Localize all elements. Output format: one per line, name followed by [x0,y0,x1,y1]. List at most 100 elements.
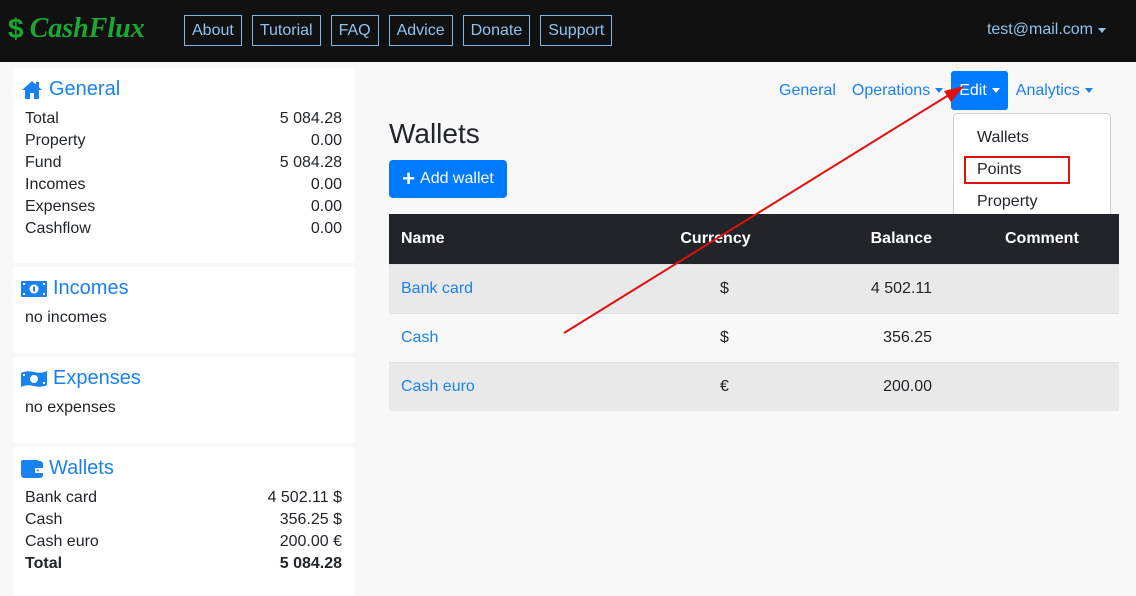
incomes-card-title[interactable]: Incomes [13,267,355,300]
nav-faq[interactable]: FAQ [330,15,379,46]
wallet-currency: $ [720,279,729,297]
expenses-empty-text: no expenses [25,399,116,416]
subnav-analytics[interactable]: Analytics [1008,71,1101,110]
subnav-label: Edit [959,82,987,99]
nav-donate[interactable]: Donate [462,15,531,46]
row-label: Property [25,132,86,149]
row-value: 356.25 $ [279,511,342,528]
wallet-comment [934,264,1119,313]
user-menu[interactable]: test@mail.com [987,21,1106,39]
subnav-edit[interactable]: Edit [951,71,1008,110]
row-value: 5 084.28 [279,154,342,171]
wallet-balance: 200.00 [883,377,932,395]
general-row: Expenses 0.00 [13,196,355,218]
column-header-currency: Currency [680,229,751,247]
wallets-card: Wallets Bank card 4 502.11 $ Cash 356.25 $… [13,447,355,596]
row-label: Cashflow [25,220,91,237]
money-bill-wave-icon [21,370,47,388]
row-value: 0.00 [310,220,342,237]
row-label: Incomes [25,176,86,193]
brand-name: CashFlux [29,13,145,44]
caret-down-icon [1098,27,1106,33]
wallets-title-text: Wallets [49,457,114,479]
general-row: Cashflow 0.00 [13,218,355,240]
page-title: Wallets [389,118,480,149]
incomes-empty-text: no incomes [25,309,107,326]
nav-advice[interactable]: Advice [388,15,453,46]
row-value: 4 502.11 $ [267,489,342,506]
expenses-card: Expenses no expenses [13,357,355,443]
table-row: Bank card $ 4 502.11 [389,264,1119,313]
add-wallet-button[interactable]: + Add wallet [389,160,507,198]
row-label: Cash euro [25,533,99,550]
top-nav-links: About Tutorial FAQ Advice Donate Support [184,15,613,46]
subnav-label: Operations [851,82,931,99]
table-row: Cash euro € 200.00 [389,362,1119,411]
wallet-currency: € [720,377,729,395]
section-nav: General Operations Edit Analytics [771,71,1101,110]
wallet-comment [934,362,1119,411]
subnav-operations[interactable]: Operations [844,71,951,110]
brand-logo[interactable]: $ CashFlux [8,13,145,45]
home-icon [21,80,43,100]
row-value: 200.00 € [279,533,342,550]
caret-down-icon [1084,88,1093,93]
top-navbar: $ CashFlux About Tutorial FAQ Advice Don… [0,0,1136,62]
wallet-row: Cash euro 200.00 € [13,531,355,553]
incomes-title-text: Incomes [53,277,129,299]
add-wallet-label: Add wallet [420,170,494,187]
plus-icon: + [402,166,416,191]
wallet-balance: 356.25 [883,328,932,346]
menu-item-wallets[interactable]: Wallets [954,124,1110,156]
wallet-balance: 4 502.11 [870,279,932,297]
expenses-card-title[interactable]: Expenses [13,357,355,390]
dollar-icon: $ [8,13,24,44]
row-value: 5 084.28 [279,555,342,572]
wallet-comment [934,313,1119,362]
wallet-name-link[interactable]: Cash euro [401,378,475,395]
caret-down-icon [935,88,944,93]
subnav-general[interactable]: General [771,71,844,110]
row-value: 0.00 [310,198,342,215]
wallet-currency: $ [720,328,729,346]
row-label: Total [25,555,63,572]
money-bill-icon [21,280,47,297]
general-row: Incomes 0.00 [13,174,355,196]
general-row: Fund 5 084.28 [13,152,355,174]
expenses-title-text: Expenses [53,367,141,389]
wallet-name-link[interactable]: Bank card [401,280,473,297]
subnav-label: General [779,82,836,99]
row-label: Total [25,110,59,127]
wallet-row: Bank card 4 502.11 $ [13,487,355,509]
general-card: General Total 5 084.28 Property 0.00 Fund 5… [13,68,355,263]
wallet-name-link[interactable]: Cash [401,329,438,346]
nav-tutorial[interactable]: Tutorial [251,15,321,46]
row-label: Expenses [25,198,96,215]
wallet-total-row: Total 5 084.28 [13,553,355,575]
wallet-icon [21,459,43,478]
general-row: Property 0.00 [13,130,355,152]
wallets-table: Name Currency Balance Comment Bank card … [389,214,1119,411]
wallet-row: Cash 356.25 $ [13,509,355,531]
caret-down-icon [991,88,1000,93]
row-value: 0.00 [310,132,342,149]
general-title-text: General [49,78,121,100]
column-header-name: Name [401,229,445,247]
user-email: test@mail.com [986,21,1093,38]
wallets-card-title[interactable]: Wallets [13,447,355,480]
nav-support[interactable]: Support [540,15,613,46]
general-card-title[interactable]: General [13,68,355,101]
incomes-card: Incomes no incomes [13,267,355,353]
column-header-balance: Balance [870,229,932,247]
general-row: Total 5 084.28 [13,108,355,130]
row-value: 5 084.28 [279,110,342,127]
table-row: Cash $ 356.25 [389,313,1119,362]
table-header-row: Name Currency Balance Comment [389,214,1119,264]
nav-about[interactable]: About [184,15,242,46]
row-label: Cash [25,511,63,528]
annotation-highlight-box [964,156,1070,184]
row-label: Bank card [25,489,98,506]
subnav-label: Analytics [1015,82,1080,99]
column-header-comment: Comment [1005,229,1079,247]
row-label: Fund [25,154,62,171]
